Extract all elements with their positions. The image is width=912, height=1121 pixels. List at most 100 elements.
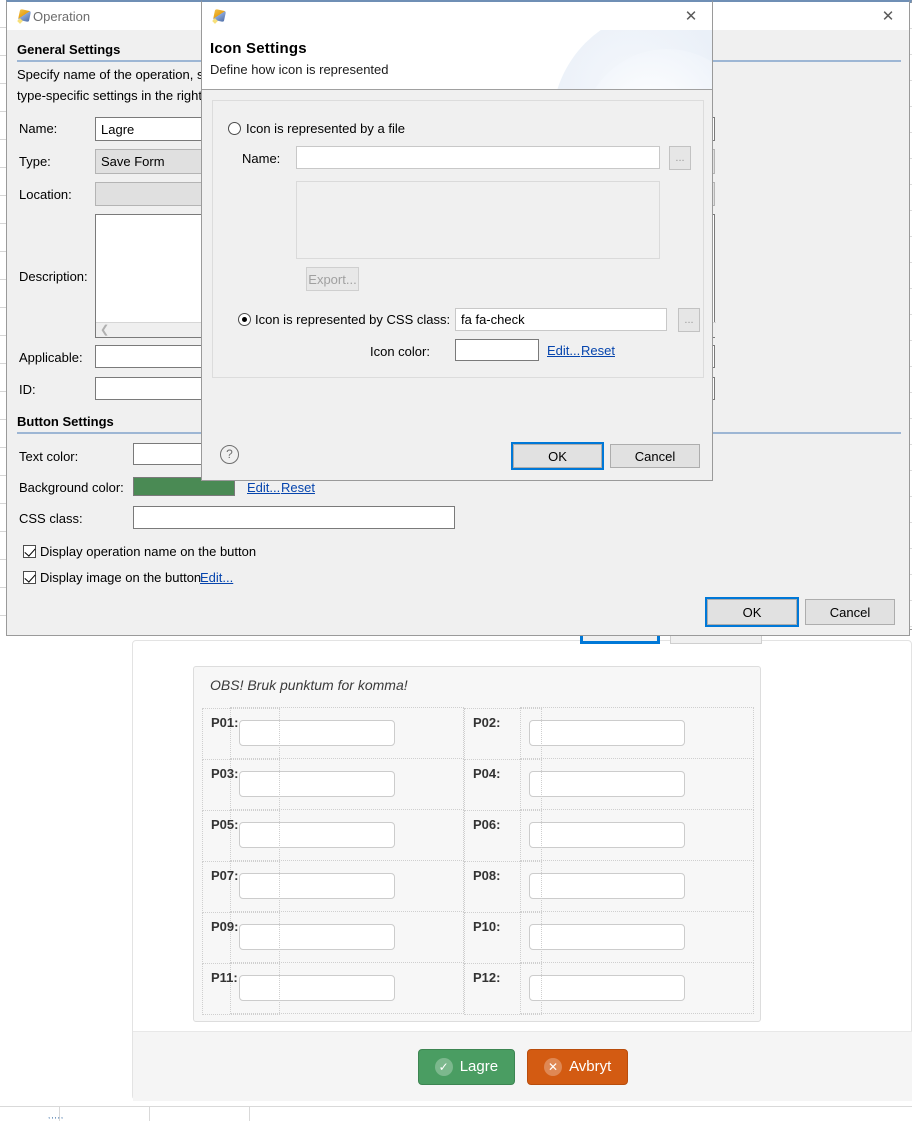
location-label: Location: <box>19 187 72 202</box>
table-row: P07: P08: <box>202 860 754 913</box>
background-bottom-table: ,,,,, <box>0 1106 912 1121</box>
param-input-p08[interactable] <box>529 873 685 899</box>
header-decoration <box>552 30 712 89</box>
button-settings-heading: Button Settings <box>17 414 114 429</box>
general-settings-heading: General Settings <box>17 42 121 57</box>
param-label: P11: <box>202 962 280 1015</box>
param-label: P06: <box>464 809 542 862</box>
icon-file-radio-label: Icon is represented by a file <box>246 121 405 136</box>
form-action-bar: ✓ Lagre ✕ Avbryt <box>133 1031 912 1101</box>
operation-ok-label: OK <box>742 604 762 620</box>
close-icon[interactable]: ✕ <box>674 3 708 29</box>
param-label: P04: <box>464 758 542 811</box>
icon-color-reset-link[interactable]: Reset <box>581 343 615 358</box>
applicable-label: Applicable: <box>19 350 83 365</box>
table-row: P01: P02: <box>202 707 754 760</box>
param-input-p12[interactable] <box>529 975 685 1001</box>
parameters-fieldset: OBS! Bruk punktum for komma! P01: P02: P… <box>193 666 761 1022</box>
param-input-p06[interactable] <box>529 822 685 848</box>
param-field-cell <box>520 809 754 861</box>
icon-file-browse-button[interactable]: ... <box>669 146 691 170</box>
table-cell <box>60 1107 150 1121</box>
icon-css-radio-label: Icon is represented by CSS class: <box>255 312 451 327</box>
param-label: P09: <box>202 911 280 964</box>
icon-settings-title: Icon Settings <box>210 40 307 57</box>
background-color-label: Background color: <box>19 480 124 495</box>
param-label: P10: <box>464 911 542 964</box>
lagre-button-label: Lagre <box>459 1058 499 1075</box>
application-icon <box>17 8 33 24</box>
form-panel: OBS! Bruk punktum for komma! P01: P02: P… <box>132 640 912 1101</box>
icon-settings-ok-button[interactable]: OK <box>511 442 604 470</box>
avbryt-button-label: Avbryt <box>569 1058 612 1075</box>
css-class-label: CSS class: <box>19 511 83 526</box>
icon-css-radio[interactable] <box>238 313 251 326</box>
table-row: P09: P10: <box>202 911 754 964</box>
display-operation-name-checkbox[interactable] <box>23 545 36 558</box>
display-image-checkbox[interactable] <box>23 571 36 584</box>
display-image-label: Display image on the button <box>40 570 202 585</box>
param-input-p02[interactable] <box>529 720 685 746</box>
param-label: P05: <box>202 809 280 862</box>
icon-color-swatch[interactable] <box>455 339 539 361</box>
operation-cancel-label: Cancel <box>829 604 871 620</box>
param-label: P12: <box>464 962 542 1015</box>
param-field-cell <box>520 962 754 1014</box>
operation-ok-button[interactable]: OK <box>705 597 799 627</box>
icon-settings-cancel-button[interactable]: Cancel <box>610 444 700 468</box>
name-label: Name: <box>19 121 58 136</box>
icon-file-name-input[interactable] <box>296 146 660 169</box>
table-row: P03: P04: <box>202 758 754 811</box>
operation-description-line2: type-specific settings in the right pa <box>17 88 221 103</box>
icon-color-label: Icon color: <box>370 344 430 359</box>
icon-css-class-input[interactable] <box>455 308 667 331</box>
table-row: P05: P06: <box>202 809 754 862</box>
css-class-input[interactable] <box>133 506 455 529</box>
icon-color-edit-link[interactable]: Edit... <box>547 343 580 358</box>
obs-note: OBS! Bruk punktum for komma! <box>210 677 408 693</box>
text-color-label: Text color: <box>19 449 79 464</box>
lagre-button[interactable]: ✓ Lagre <box>417 1048 516 1085</box>
param-input-p04[interactable] <box>529 771 685 797</box>
icon-settings-subtitle: Define how icon is represented <box>210 62 389 77</box>
param-field-cell <box>520 911 754 963</box>
application-icon <box>212 8 228 24</box>
close-icon[interactable]: ✕ <box>871 3 905 29</box>
param-label: P07: <box>202 860 280 913</box>
check-circle-icon: ✓ <box>434 1057 453 1076</box>
table-cell <box>150 1107 250 1121</box>
icon-settings-cancel-label: Cancel <box>634 448 676 464</box>
operation-cancel-button[interactable]: Cancel <box>805 599 895 625</box>
param-label: P08: <box>464 860 542 913</box>
background-color-reset-link[interactable]: Reset <box>281 480 315 495</box>
param-field-cell <box>520 860 754 912</box>
operation-description-line1: Specify name of the operation, sele <box>17 67 221 82</box>
icon-export-button[interactable]: Export... <box>306 267 359 291</box>
avbryt-button[interactable]: ✕ Avbryt <box>527 1048 629 1085</box>
icon-file-name-label: Name: <box>242 151 281 166</box>
help-icon[interactable]: ? <box>220 445 239 464</box>
type-label: Type: <box>19 154 51 169</box>
icon-file-radio[interactable] <box>228 122 241 135</box>
background-color-edit-link[interactable]: Edit... <box>247 480 280 495</box>
display-image-edit-link[interactable]: Edit... <box>200 570 233 585</box>
id-label: ID: <box>19 382 36 397</box>
times-circle-icon: ✕ <box>544 1057 563 1076</box>
table-row: P11: P12: <box>202 962 754 1015</box>
icon-settings-dialog: ✕ Icon Settings Define how icon is repre… <box>201 0 713 481</box>
icon-file-preview <box>296 181 660 259</box>
param-field-cell <box>520 758 754 810</box>
icon-settings-titlebar[interactable]: ✕ <box>202 2 712 30</box>
param-input-p10[interactable] <box>529 924 685 950</box>
icon-settings-header: Icon Settings Define how icon is represe… <box>202 30 712 90</box>
param-label: P03: <box>202 758 280 811</box>
icon-export-label: Export... <box>308 271 357 287</box>
display-operation-name-label: Display operation name on the button <box>40 544 257 559</box>
icon-settings-ok-label: OK <box>548 448 567 464</box>
icon-css-browse-button[interactable]: ... <box>678 308 700 332</box>
parameters-grid: P01: P02: P03: P04: P05: P06: P07: P08: … <box>202 707 754 1015</box>
param-field-cell <box>520 707 754 759</box>
icon-representation-group: Icon is represented by a file Name: ... … <box>212 100 704 378</box>
table-cell-marker: ,,,,, <box>48 1111 65 1120</box>
param-label: P01: <box>202 707 280 760</box>
